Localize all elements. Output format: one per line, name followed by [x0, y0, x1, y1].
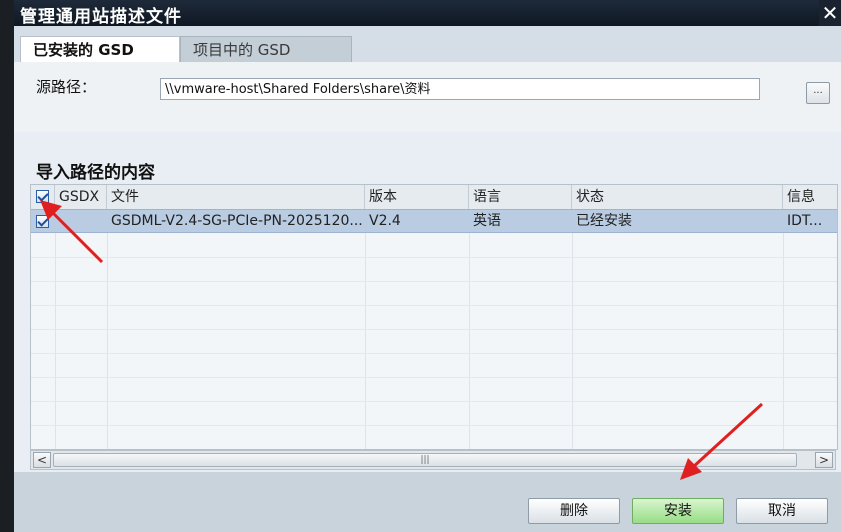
- gsd-table: GSDX 文件 版本 语言 状态 信息 GSDML-V2.4-SG-PCIe-P…: [30, 184, 838, 450]
- row-file: GSDML-V2.4-SG-PCIe-PN-2025120...: [111, 213, 363, 229]
- background-strip: [0, 0, 14, 532]
- row-language: 英语: [473, 213, 501, 229]
- scroll-left-button[interactable]: <: [33, 452, 51, 468]
- delete-button[interactable]: 删除: [528, 498, 620, 524]
- column-file[interactable]: 文件: [107, 185, 365, 209]
- dialog-footer: 删除 安装 取消: [14, 472, 841, 532]
- tab-panel: 源路径： \\vmware-host\Shared Folders\share\…: [14, 62, 841, 532]
- source-path-input[interactable]: \\vmware-host\Shared Folders\share\资料: [160, 78, 760, 100]
- select-all-checkbox[interactable]: [36, 190, 49, 203]
- row-checkbox[interactable]: [36, 215, 49, 228]
- header-select-all[interactable]: [31, 185, 55, 209]
- grid-line: [31, 305, 837, 306]
- row-info: IDT...: [787, 213, 823, 229]
- column-gsdx[interactable]: GSDX: [55, 185, 107, 209]
- grid-line: [31, 281, 837, 282]
- browse-button[interactable]: ...: [806, 82, 830, 104]
- close-icon[interactable]: ✕: [819, 0, 841, 26]
- grid-line: [31, 401, 837, 402]
- install-button[interactable]: 安装: [632, 498, 724, 524]
- column-version[interactable]: 版本: [365, 185, 469, 209]
- row-version: V2.4: [369, 213, 401, 229]
- grid-line: [31, 329, 837, 330]
- grid-line: [31, 353, 837, 354]
- source-path-label: 源路径：: [36, 78, 97, 96]
- table-row[interactable]: GSDML-V2.4-SG-PCIe-PN-2025120... V2.4 英语…: [31, 209, 837, 233]
- grid-line: [31, 257, 837, 258]
- source-path-row: 源路径： \\vmware-host\Shared Folders\share\…: [14, 62, 841, 132]
- table-header: GSDX 文件 版本 语言 状态 信息: [31, 185, 837, 210]
- grid-line: [31, 377, 837, 378]
- tab-project-gsd[interactable]: 项目中的 GSD: [180, 36, 352, 62]
- grid-line: [31, 425, 837, 426]
- scroll-thumb[interactable]: |||: [53, 453, 797, 467]
- column-status[interactable]: 状态: [572, 185, 783, 209]
- window-title: 管理通用站描述文件: [20, 7, 182, 27]
- cancel-button[interactable]: 取消: [736, 498, 828, 524]
- column-info[interactable]: 信息: [783, 185, 837, 209]
- horizontal-scrollbar[interactable]: < ||| >: [30, 450, 836, 470]
- title-bar: 管理通用站描述文件 ✕: [14, 0, 841, 27]
- row-status: 已经安装: [576, 213, 632, 229]
- scroll-right-button[interactable]: >: [815, 452, 833, 468]
- tab-installed-gsd[interactable]: 已安装的 GSD: [20, 36, 180, 62]
- column-language[interactable]: 语言: [469, 185, 572, 209]
- gsd-dialog: 已安装的 GSD 项目中的 GSD 源路径： \\vmware-host\Sha…: [14, 26, 841, 532]
- import-content-title: 导入路径的内容: [36, 163, 155, 183]
